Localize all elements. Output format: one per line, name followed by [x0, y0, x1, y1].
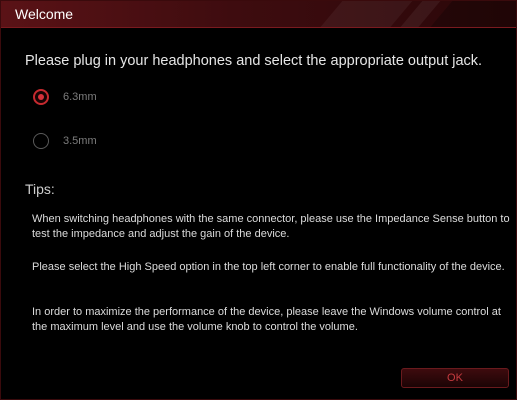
tip-impedance: When switching headphones with the same … [32, 213, 510, 240]
window-title: Welcome [15, 6, 74, 22]
welcome-dialog: Welcome Please plug in your headphones a… [0, 0, 517, 400]
radio-label-6-3mm: 6.3mm [63, 91, 97, 103]
tip-high-speed: Please select the High Speed option in t… [32, 261, 505, 273]
radio-button-selected[interactable] [33, 89, 49, 105]
title-bar-decoration [429, 1, 516, 28]
radio-option-6-3mm[interactable]: 6.3mm [33, 89, 97, 105]
title-bar: Welcome [1, 1, 516, 28]
tip-volume: In order to maximize the performance of … [32, 306, 501, 333]
title-bar-decoration [319, 1, 413, 28]
radio-label-3-5mm: 3.5mm [63, 135, 97, 147]
ok-button[interactable]: OK [401, 368, 509, 388]
tips-heading: Tips: [25, 181, 55, 197]
title-bar-underline [1, 27, 516, 28]
instruction-text: Please plug in your headphones and selec… [25, 53, 483, 69]
radio-button-unselected[interactable] [33, 133, 49, 149]
radio-option-3-5mm[interactable]: 3.5mm [33, 133, 97, 149]
